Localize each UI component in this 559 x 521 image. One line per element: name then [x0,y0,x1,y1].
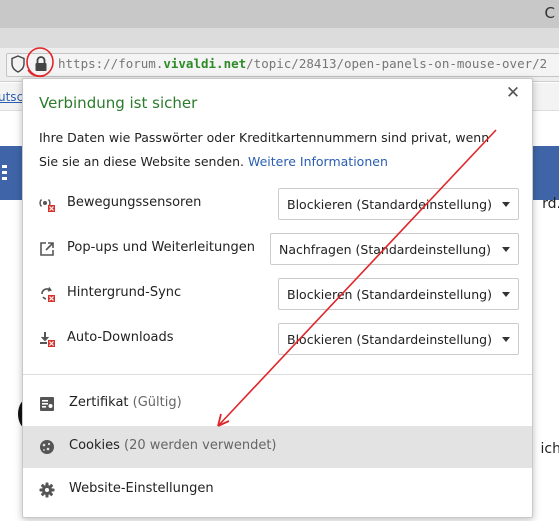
certificate-label: Zertifikat [69,395,129,410]
chevron-down-icon [502,292,510,297]
permission-row-motion-sensors: Bewegungssensoren Blockieren (Standardei… [23,188,534,220]
url-domain: vivaldi.net [163,56,247,71]
menu-item-label: Website-Einstellungen [69,481,214,496]
select-value: Nachfragen (Standardeinstellung) [279,242,492,257]
chevron-down-icon [502,337,510,342]
background-sync-blocked-icon [41,287,55,302]
permission-label: Pop-ups und Weiterleitungen [67,240,255,255]
permission-select[interactable]: Blockieren (Standardeinstellung) [278,188,519,220]
lock-icon[interactable] [34,55,48,72]
chevron-down-icon [502,247,510,252]
motion-sensor-blocked-icon [39,199,55,212]
close-button[interactable]: ✕ [504,83,522,103]
permission-select[interactable]: Blockieren (Standardeinstellung) [278,278,519,310]
certificate-status: (Gültig) [132,395,182,410]
site-info-popup: Verbindung ist sicher ✕ Ihre Daten wie P… [22,78,533,518]
close-icon: ✕ [505,83,521,103]
divider [23,374,532,375]
permission-label: Hintergrund-Sync [67,285,182,300]
gear-icon [39,482,55,498]
menu-item-certificate[interactable]: Zertifikat (Gültig) [23,383,532,425]
certificate-icon [40,397,54,411]
popup-description: Ihre Daten wie Passwörter oder Kreditkar… [39,126,509,173]
cookies-label: Cookies [69,438,120,453]
auto-download-blocked-icon [40,332,55,347]
popup-title: Verbindung ist sicher [39,94,198,112]
permission-select[interactable]: Nachfragen (Standardeinstellung) [270,233,519,265]
menu-item-label: Cookies (20 werden verwendet) [69,438,277,453]
cookie-icon [40,440,54,454]
permission-row-background-sync: Hintergrund-Sync Blockieren (Standardein… [23,278,534,310]
url-text[interactable]: https://forum.vivaldi.net/topic/28413/op… [58,56,547,71]
url-path: /topic/28413/open-panels-on-mouse-over/2 [246,56,548,71]
permission-label: Bewegungssensoren [67,195,202,210]
select-value: Blockieren (Standardeinstellung) [287,332,492,347]
menu-item-site-settings[interactable]: Website-Einstellungen [23,469,532,511]
page-text-fragment: rd. [542,196,559,212]
more-info-link[interactable]: Weitere Informationen [248,154,388,169]
menu-item-label: Zertifikat (Gültig) [69,395,182,410]
cookies-count: (20 werden verwendet) [124,438,277,453]
permission-label: Auto-Downloads [67,330,174,345]
window-titlebar: C [0,0,559,28]
permission-row-popups: Pop-ups und Weiterleitungen Nachfragen (… [23,233,534,265]
url-prefix: https://forum. [58,56,164,71]
select-value: Blockieren (Standardeinstellung) [287,197,492,212]
shield-icon[interactable] [11,55,25,73]
menu-item-cookies[interactable]: Cookies (20 werden verwendet) [23,426,532,468]
page-text-fragment: ich [540,441,559,457]
chevron-down-icon [502,202,510,207]
menu-icon[interactable] [2,163,7,181]
select-value: Blockieren (Standardeinstellung) [287,287,492,302]
tab-strip [0,28,559,48]
permission-select[interactable]: Blockieren (Standardeinstellung) [278,323,519,355]
permission-row-auto-downloads: Auto-Downloads Blockieren (Standardeinst… [23,323,534,355]
titlebar-fragment: C [544,4,555,22]
bookmark-link[interactable]: utsc [0,90,23,104]
popup-redirect-icon [40,242,54,256]
